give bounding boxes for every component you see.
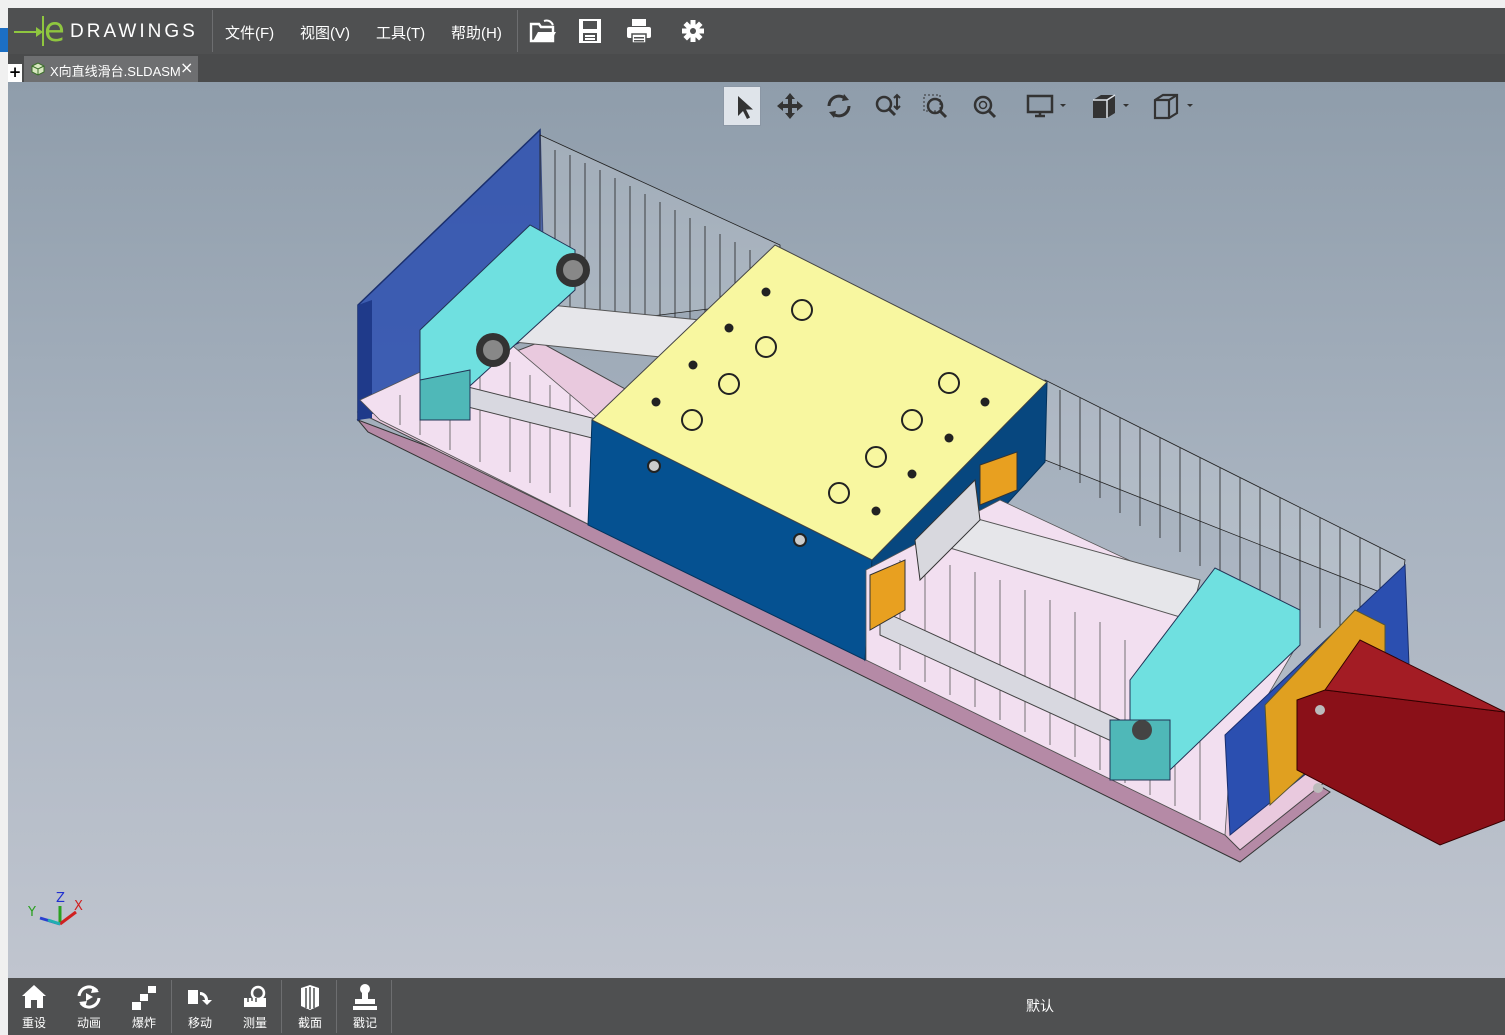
- explode-label: 爆炸: [131, 1016, 156, 1030]
- model-scene[interactable]: [8, 82, 1505, 978]
- shading-icon[interactable]: [1083, 86, 1137, 126]
- document-tab-label: X向直线滑台.SLDASM: [50, 64, 181, 79]
- menu-view[interactable]: 视图(V): [300, 22, 350, 43]
- bottom-toolbar: 重设 动画 爆炸 移动 测量 截面 戳记 默认: [8, 978, 1505, 1035]
- menu-bar: e DRAWINGS 文件(F) 视图(V) 工具(T) 帮助(H): [8, 8, 1505, 54]
- window-frame-accent: [0, 28, 8, 52]
- display-icon[interactable]: [1020, 86, 1074, 126]
- stamp-button[interactable]: 戳记: [339, 978, 391, 1035]
- window-frame-top: [0, 0, 1505, 8]
- home-icon: [22, 985, 46, 1008]
- coordinate-triad: Z X Y: [27, 891, 83, 926]
- view-orientation-icon[interactable]: [1145, 86, 1199, 126]
- assembly-icon: [31, 62, 45, 76]
- reset-label: 重设: [21, 1016, 46, 1030]
- explode-icon: [132, 986, 156, 1010]
- move-button[interactable]: 移动: [174, 978, 226, 1035]
- configuration-label[interactable]: 默认: [1026, 996, 1054, 1016]
- animate-label: 动画: [76, 1016, 101, 1030]
- save-icon[interactable]: [575, 16, 605, 46]
- triad-z-label: Z: [56, 891, 65, 906]
- triad-x-label: X: [74, 899, 83, 914]
- menu-file[interactable]: 文件(F): [225, 22, 274, 43]
- view-toolbar: [723, 86, 1213, 128]
- logo-letter: e: [44, 10, 65, 50]
- select-icon[interactable]: [723, 86, 761, 126]
- open-icon[interactable]: [528, 16, 558, 46]
- document-tab[interactable]: X向直线滑台.SLDASM ×: [24, 56, 198, 82]
- pan-icon[interactable]: [771, 86, 809, 126]
- animate-icon: [77, 985, 101, 1009]
- logo-text: DRAWINGS: [70, 21, 198, 42]
- stamp-label: 戳记: [352, 1016, 377, 1030]
- move-icon: [188, 990, 212, 1005]
- document-tab-bar: + X向直线滑台.SLDASM ×: [8, 54, 1505, 82]
- menu-tools[interactable]: 工具(T): [376, 22, 425, 43]
- rotate-icon[interactable]: [820, 86, 858, 126]
- zoom-to-area-icon[interactable]: [916, 86, 954, 126]
- window-frame-left: [0, 8, 8, 1035]
- triad-y-label: Y: [27, 905, 36, 920]
- move-label: 移动: [187, 1016, 212, 1030]
- section-label: 截面: [297, 1016, 322, 1030]
- measure-icon: [244, 985, 266, 1007]
- close-tab-icon[interactable]: ×: [180, 58, 193, 77]
- zoom-icon[interactable]: [868, 86, 906, 126]
- section-icon: [301, 985, 319, 1010]
- right-support-bolt: [1132, 720, 1152, 740]
- measure-button[interactable]: 测量: [229, 978, 281, 1035]
- explode-button[interactable]: 爆炸: [118, 978, 170, 1035]
- settings-icon[interactable]: [678, 16, 708, 46]
- stamp-icon: [353, 984, 377, 1010]
- motor-body: [1296, 689, 1505, 846]
- measure-label: 测量: [242, 1016, 267, 1030]
- print-icon[interactable]: [624, 16, 654, 46]
- animate-button[interactable]: 动画: [63, 978, 115, 1035]
- reset-button[interactable]: 重设: [8, 978, 60, 1035]
- new-tab-button[interactable]: +: [8, 64, 22, 82]
- zoom-to-fit-icon[interactable]: [965, 86, 1003, 126]
- edrawings-logo: e DRAWINGS: [14, 10, 210, 50]
- section-button[interactable]: 截面: [284, 978, 336, 1035]
- menu-help[interactable]: 帮助(H): [451, 22, 502, 43]
- 3d-viewport[interactable]: Z X Y: [8, 82, 1505, 978]
